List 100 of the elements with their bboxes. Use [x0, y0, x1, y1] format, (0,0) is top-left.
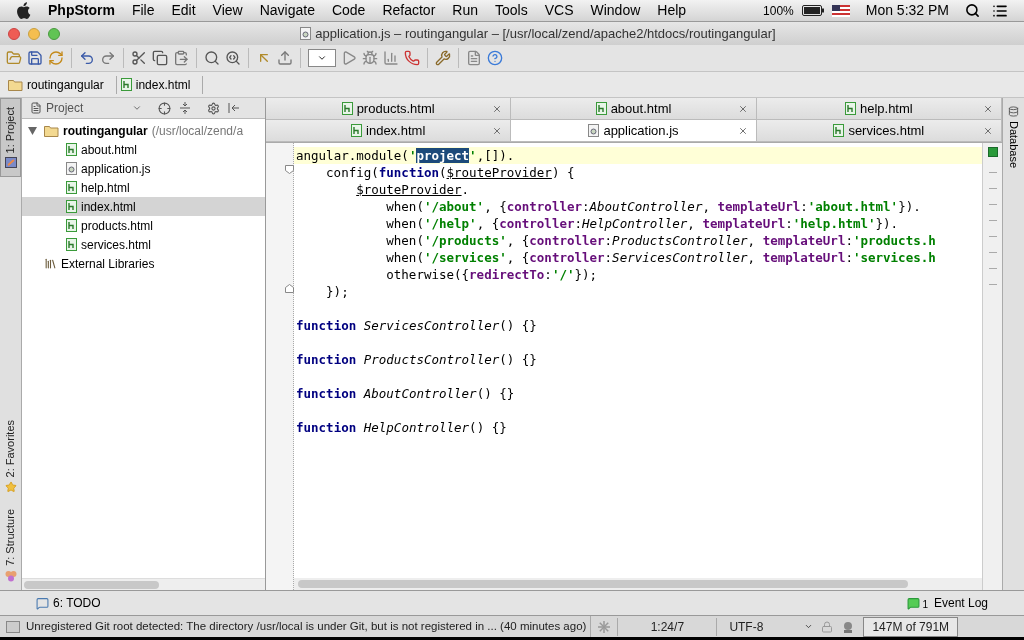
speech-bubble-icon	[36, 596, 49, 610]
editor-tab[interactable]: about.html	[511, 98, 757, 120]
close-tab-icon[interactable]	[737, 125, 748, 136]
expand-toggle[interactable]	[28, 126, 40, 135]
wrench-icon[interactable]	[435, 50, 451, 66]
status-indicator	[987, 147, 998, 157]
event-log-button[interactable]: 1 Event Log	[907, 594, 988, 612]
editor-tab[interactable]: index.html	[266, 120, 512, 142]
fold-icon[interactable]	[285, 284, 294, 293]
tree-label: products.html	[81, 217, 154, 235]
menu-item[interactable]: VCS	[544, 0, 574, 21]
star-icon	[4, 481, 17, 494]
editor-tab[interactable]: services.html	[756, 120, 1002, 142]
menu-item[interactable]: Window	[590, 0, 641, 21]
menu-item[interactable]: File	[131, 0, 155, 21]
save-icon[interactable]	[27, 50, 43, 66]
open-icon[interactable]	[6, 50, 22, 66]
fold-icon[interactable]	[285, 165, 294, 174]
tool-windows-toggle[interactable]	[6, 620, 20, 633]
help-icon[interactable]	[487, 50, 503, 66]
undo-icon[interactable]	[79, 50, 95, 66]
encoding-selector[interactable]: UTF-8	[717, 617, 818, 636]
locate-icon[interactable]	[158, 101, 171, 115]
document-icon[interactable]	[466, 50, 482, 66]
apple-icon[interactable]	[16, 2, 31, 19]
html-file-icon	[844, 102, 856, 115]
run-icon[interactable]	[341, 50, 357, 66]
side-tab[interactable]: 1: Project	[0, 98, 21, 178]
close-tab-icon[interactable]	[737, 103, 748, 114]
code-line: function ServicesController() {}	[295, 317, 538, 334]
code-line: when('/services', {controller:ServicesController, templateUrl:'services.h	[385, 249, 937, 266]
menu-item[interactable]: Refactor	[382, 0, 436, 21]
menu-item[interactable]: Help	[657, 0, 687, 21]
code-line: function AboutController() {}	[295, 385, 516, 402]
menu-item[interactable]: Tools	[495, 0, 528, 21]
close-button[interactable]	[8, 27, 20, 40]
editor-tab[interactable]: products.html	[266, 98, 512, 120]
menu-item[interactable]: Run	[452, 0, 478, 21]
settings-icon[interactable]	[207, 101, 220, 115]
paste-icon[interactable]	[173, 50, 189, 66]
code-line: });	[325, 283, 350, 300]
close-tab-icon[interactable]	[492, 125, 503, 136]
close-tab-icon[interactable]	[983, 103, 993, 114]
app-menu[interactable]: PhpStorm	[48, 0, 115, 21]
tree-item[interactable]: application.js	[22, 159, 265, 178]
tree-label: about.html	[81, 141, 138, 159]
phone-icon[interactable]	[404, 50, 420, 66]
redo-icon[interactable]	[100, 50, 116, 66]
caret-position[interactable]: 1:24/7	[617, 617, 718, 636]
menu-item[interactable]: Code	[331, 0, 366, 21]
library-icon	[44, 257, 57, 270]
menu-item[interactable]: View	[212, 0, 243, 21]
side-tab[interactable]: Database	[1005, 98, 1022, 177]
html-file-icon	[66, 219, 77, 232]
code-line: otherwise({redirectTo:'/'});	[385, 266, 599, 283]
tree-item[interactable]: routingangular (/usr/local/zend/a	[22, 121, 265, 140]
flag-icon[interactable]	[831, 4, 850, 17]
speech-bubble-icon	[907, 596, 921, 610]
database-icon	[1008, 106, 1019, 117]
code-line: $routeProvider.	[355, 181, 471, 198]
script-file-icon	[588, 124, 600, 137]
tree-item[interactable]: index.html	[22, 197, 265, 216]
cut-icon[interactable]	[131, 50, 147, 66]
menu-item[interactable]: Edit	[171, 0, 196, 21]
breadcrumb[interactable]: routingangular	[8, 75, 117, 94]
coverage-icon[interactable]	[383, 50, 399, 66]
code-line: function HelpController() {}	[295, 419, 508, 436]
replace-icon[interactable]	[225, 50, 241, 66]
sync-icon[interactable]	[48, 50, 64, 66]
side-tab[interactable]: 7: Structure	[0, 501, 21, 590]
tree-item[interactable]: External Libraries	[22, 254, 265, 273]
clock[interactable]: Mon 5:32 PM	[865, 0, 949, 21]
run-config-dropdown[interactable]	[308, 49, 336, 67]
breadcrumb[interactable]: index.html	[120, 75, 204, 94]
close-tab-icon[interactable]	[983, 125, 993, 136]
debug-icon[interactable]	[362, 50, 378, 66]
menu-item[interactable]: Navigate	[259, 0, 315, 21]
tree-item[interactable]: about.html	[22, 140, 265, 159]
scrollbar[interactable]	[24, 580, 159, 589]
close-tab-icon[interactable]	[492, 103, 503, 114]
search-icon[interactable]	[965, 3, 980, 18]
zoom-button[interactable]	[48, 27, 60, 40]
side-tab[interactable]: 2: Favorites	[0, 411, 21, 502]
tree-item[interactable]: help.html	[22, 178, 265, 197]
html-file-icon	[66, 143, 77, 156]
upload-icon[interactable]	[277, 50, 293, 66]
memory-indicator[interactable]: 147M of 791M	[863, 616, 959, 637]
status-message[interactable]: Unregistered Git root detected: The directory /usr/local is under Git, but is not registered in ... (40 minutes ago)	[26, 617, 587, 636]
collapse-icon[interactable]	[179, 102, 191, 114]
todo-button[interactable]: 6: TODO	[36, 594, 101, 612]
hide-icon[interactable]	[228, 102, 240, 114]
editor-tab[interactable]: help.html	[756, 98, 1002, 120]
editor-tab[interactable]: application.js	[511, 120, 757, 142]
battery-icon[interactable]	[801, 5, 824, 16]
tree-item[interactable]: services.html	[22, 235, 265, 254]
code-line: when('/help', {controller:HelpController, templateUrl:'help.html'}).	[385, 215, 900, 232]
html-file-icon	[341, 102, 353, 115]
tree-item[interactable]: products.html	[22, 216, 265, 235]
scrollbar[interactable]	[298, 580, 908, 588]
copy-icon[interactable]	[152, 50, 168, 66]
